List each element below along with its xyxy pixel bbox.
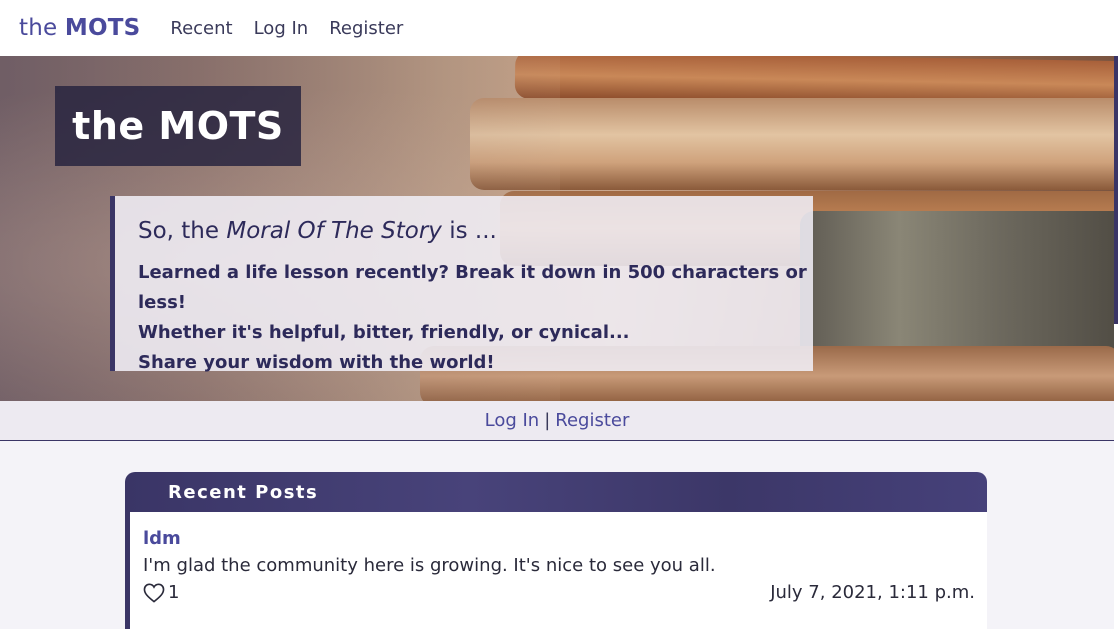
post-author-link[interactable]: ldm (143, 528, 975, 549)
intro-line: Learned a life lesson recently? Break it… (138, 262, 807, 313)
page-scrollbar[interactable] (1114, 0, 1118, 629)
intro-heading-suffix: is ... (449, 218, 497, 244)
scrollbar-thumb[interactable] (1114, 56, 1118, 324)
nav-recent-link[interactable]: Recent (170, 18, 232, 39)
intro-line: Whether it's helpful, bitter, friendly, … (138, 322, 630, 343)
nav-register-link[interactable]: Register (329, 18, 403, 39)
intro-quote-box: So, the Moral Of The Story is ... Learne… (110, 196, 813, 373)
heart-outline-icon (143, 583, 165, 603)
like-count: 1 (168, 582, 180, 603)
post-meta: 1 July 7, 2021, 1:11 p.m. (143, 582, 975, 603)
login-link[interactable]: Log In (485, 410, 540, 431)
intro-heading-prefix: So, the (138, 218, 220, 244)
top-navbar: the MOTS Recent Log In Register (0, 0, 1114, 56)
intro-line: Share your wisdom with the world! (138, 352, 495, 373)
intro-heading-emphasis: Moral Of The Story (226, 218, 442, 244)
nav-login-link[interactable]: Log In (254, 18, 309, 39)
hero-title: the MOTS (72, 104, 284, 148)
auth-separator: | (544, 410, 551, 431)
post-body: I'm glad the community here is growing. … (143, 555, 716, 576)
post-card: ldm I'm glad the community here is growi… (125, 512, 987, 629)
brand-prefix: the (19, 15, 58, 41)
recent-posts-section: Recent Posts ldm I'm glad the community … (125, 472, 987, 629)
auth-links-bar: Log In | Register (0, 401, 1114, 441)
brand-bold: MOTS (64, 15, 141, 41)
book-image (470, 98, 1114, 190)
brand-link[interactable]: the MOTS (19, 15, 140, 41)
register-link[interactable]: Register (555, 410, 629, 431)
recent-posts-heading: Recent Posts (125, 472, 987, 512)
intro-heading: So, the Moral Of The Story is ... (138, 218, 813, 244)
post-date: July 7, 2021, 1:11 p.m. (770, 582, 975, 603)
like-button[interactable]: 1 (143, 582, 179, 603)
hero-banner: the MOTS So, the Moral Of The Story is .… (0, 56, 1114, 401)
hero-title-box: the MOTS (55, 86, 301, 166)
